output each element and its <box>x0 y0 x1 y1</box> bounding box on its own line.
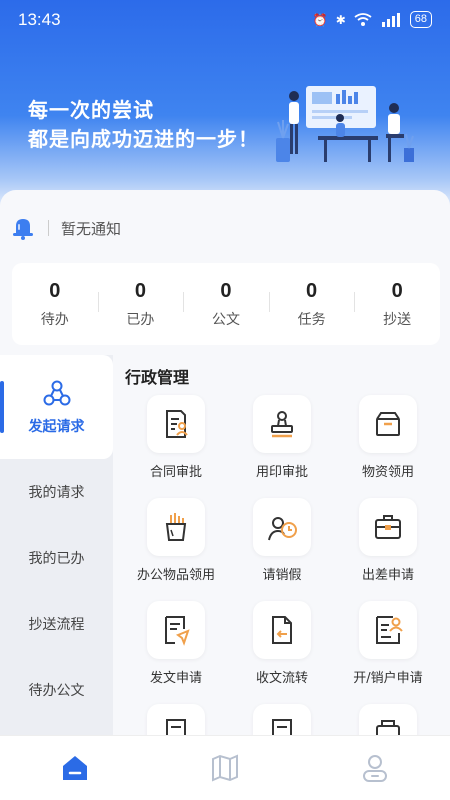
signal-icon <box>381 12 400 27</box>
section-title: 行政管理 <box>125 368 190 387</box>
tab-map[interactable] <box>185 752 265 784</box>
stat-value: 0 <box>220 279 232 302</box>
bluetooth-icon: ✱ <box>335 12 346 27</box>
notice-bar[interactable]: 暂无通知 <box>10 207 440 249</box>
slogan-line-2: 都是向成功迈进的一步！ <box>28 127 259 151</box>
side-item-pending-docs[interactable]: 待办公文 <box>0 657 113 723</box>
app-label: 收文流转 <box>255 671 308 686</box>
app-seal-approval[interactable]: 用印审批 <box>229 395 335 480</box>
side-item-label: 我的已办 <box>28 551 85 567</box>
app-office-supplies[interactable]: 办公物品领用 <box>123 498 229 583</box>
send-doc-icon <box>165 616 190 646</box>
receive-doc-icon <box>272 616 292 644</box>
stat-label: 公文 <box>211 311 240 328</box>
app-label: 发文申请 <box>149 671 202 686</box>
stat-documents[interactable]: 0 公文 <box>183 280 269 329</box>
tab-home[interactable] <box>35 752 115 784</box>
document-icon <box>272 719 292 735</box>
app-label: 办公物品领用 <box>136 568 215 583</box>
briefcase-icon <box>375 515 401 539</box>
side-menu: 发起请求 我的请求 我的已办 抄送流程 待办公文 <box>0 355 113 735</box>
app-label: 合同审批 <box>149 465 202 480</box>
app-tile <box>253 395 311 453</box>
leave-clock-icon <box>268 517 297 541</box>
stat-done[interactable]: 0 已办 <box>97 279 184 329</box>
app-tile <box>359 601 417 659</box>
app-label: 用印审批 <box>255 465 308 480</box>
notice-divider <box>48 220 49 236</box>
side-item-label: 发起请求 <box>28 419 85 435</box>
status-bar: 13:43 ⏰ ✱ 68 <box>0 0 450 40</box>
stat-label: 待办 <box>40 311 69 328</box>
app-dispatch-document[interactable]: 发文申请 <box>123 601 229 686</box>
stat-value: 0 <box>49 279 61 302</box>
app-tile <box>147 498 205 556</box>
share-nodes-icon <box>43 380 70 406</box>
stat-label: 已办 <box>126 311 155 328</box>
app-partial-1[interactable] <box>123 704 229 735</box>
app-label: 请销假 <box>262 568 302 583</box>
map-icon <box>212 754 238 782</box>
stat-tasks[interactable]: 0 任务 <box>268 279 355 329</box>
stat-cc[interactable]: 0 抄送 <box>354 280 440 329</box>
notice-text: 暂无通知 <box>61 219 122 238</box>
stat-label: 任务 <box>297 311 326 328</box>
side-item-label: 我的请求 <box>28 485 85 501</box>
account-doc-icon <box>376 616 403 644</box>
app-tile <box>147 704 205 735</box>
seal-icon <box>271 411 293 438</box>
app-label: 出差申请 <box>361 568 414 583</box>
document-icon <box>166 719 186 735</box>
app-tile <box>253 498 311 556</box>
printer-icon <box>376 720 400 735</box>
app-label: 开/销户申请 <box>353 671 423 686</box>
app-business-trip[interactable]: 出差申请 <box>335 498 441 583</box>
pen-holder-icon <box>165 513 187 541</box>
profile-icon <box>363 755 387 782</box>
bell-icon <box>13 219 33 240</box>
box-icon <box>376 412 400 436</box>
banner-slogan: 每一次的尝试 都是向成功迈进的一步！ <box>28 96 259 154</box>
app-material-requisition[interactable]: 物资领用 <box>335 395 441 480</box>
app-receive-document[interactable]: 收文流转 <box>229 601 335 686</box>
status-time: 13:43 <box>18 10 61 29</box>
content-panel: 行政管理 合同审批 用印审批 物资领用 办公物品领用 请销假 出差申请 发文申请… <box>113 355 450 735</box>
app-tile <box>147 395 205 453</box>
app-label: 物资领用 <box>361 465 414 480</box>
stat-value: 0 <box>306 279 318 302</box>
stats-panel: 0 待办 0 已办 0 公文 0 任务 0 抄送 <box>12 263 440 345</box>
wifi-icon <box>354 12 372 26</box>
app-contract-approval[interactable]: 合同审批 <box>123 395 229 480</box>
side-item-label: 抄送流程 <box>28 617 85 633</box>
bottom-tab-bar <box>0 735 450 800</box>
app-tile <box>359 395 417 453</box>
stat-pending[interactable]: 0 待办 <box>12 280 98 329</box>
app-partial-2[interactable] <box>229 704 335 735</box>
app-tile <box>147 601 205 659</box>
app-tile <box>253 704 311 735</box>
battery-indicator: 68 <box>409 11 432 28</box>
stat-value: 0 <box>391 279 403 302</box>
app-partial-3[interactable] <box>335 704 441 735</box>
office-illustration <box>276 86 414 162</box>
side-item-my-requests[interactable]: 我的请求 <box>0 459 113 525</box>
app-grid: 合同审批 用印审批 物资领用 办公物品领用 请销假 出差申请 发文申请 收文流转… <box>113 395 450 735</box>
app-tile <box>359 704 417 735</box>
side-item-initiate-request[interactable]: 发起请求 <box>0 355 113 459</box>
side-item-label: 待办公文 <box>28 683 85 699</box>
app-leave-request[interactable]: 请销假 <box>229 498 335 583</box>
contract-icon <box>166 410 188 438</box>
slogan-line-1: 每一次的尝试 <box>28 98 154 122</box>
stat-value: 0 <box>134 279 146 302</box>
stat-label: 抄送 <box>383 311 412 328</box>
app-account-open-close[interactable]: 开/销户申请 <box>335 601 441 686</box>
side-item-my-done[interactable]: 我的已办 <box>0 525 113 591</box>
home-icon <box>63 756 87 780</box>
status-icons: ⏰ ✱ 68 <box>313 11 432 28</box>
app-tile <box>359 498 417 556</box>
alarm-icon: ⏰ <box>312 12 328 27</box>
app-tile <box>253 601 311 659</box>
tab-profile[interactable] <box>335 752 415 784</box>
side-item-cc-flow[interactable]: 抄送流程 <box>0 591 113 657</box>
